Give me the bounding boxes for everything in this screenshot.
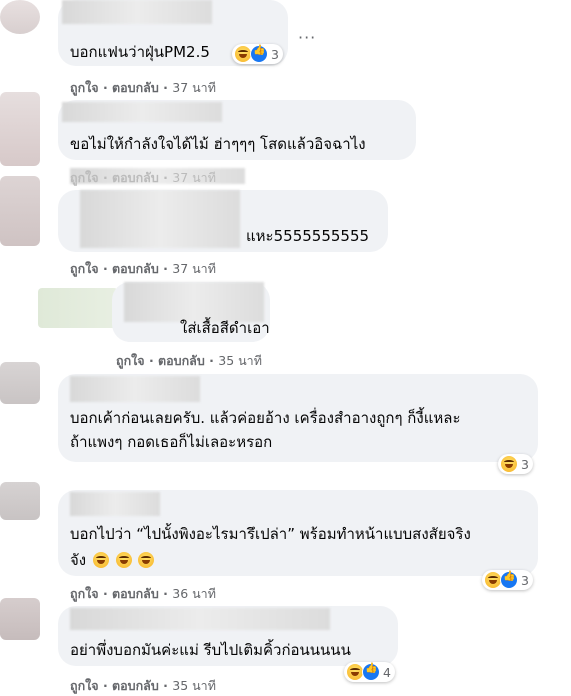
separator: · [102, 261, 108, 276]
avatar[interactable] [0, 0, 40, 34]
separator: · [148, 353, 154, 368]
timestamp[interactable]: 37 นาที [172, 80, 216, 95]
haha-icon [500, 455, 518, 473]
avatar[interactable] [38, 288, 118, 328]
like-link[interactable]: ถูกใจ [70, 261, 99, 276]
comment-actions: ถูกใจ · ตอบกลับ · 37 นาที [70, 78, 216, 98]
comment-text: อย่าพึ่งบอกมันค่ะแม่ รีบไปเติมคิ้วก่อนนน… [70, 641, 351, 659]
comment-text: แหะ5555555555 [246, 227, 370, 245]
comment-actions: ถูกใจ · ตอบกลับ · 35 นาที [116, 351, 262, 371]
avatar[interactable] [0, 92, 40, 166]
commenter-name-blurred[interactable] [62, 102, 222, 122]
commenter-name-blurred[interactable] [70, 492, 160, 516]
comment-actions: ถูกใจ · ตอบกลับ · 35 นาที [70, 676, 216, 696]
reply-link[interactable]: ตอบกลับ [112, 586, 159, 601]
avatar[interactable] [0, 176, 40, 246]
commenter-name-blurred[interactable] [124, 282, 264, 322]
timestamp[interactable]: 37 นาที [172, 261, 216, 276]
like-icon [500, 571, 518, 589]
reply-link[interactable]: ตอบกลับ [112, 80, 159, 95]
comment-text-line-1: บอกเค้าก่อนเลยครับ. แล้วค่อยอ้าง เครื่อง… [70, 409, 461, 427]
avatar[interactable] [0, 362, 40, 404]
like-link[interactable]: ถูกใจ [70, 170, 99, 185]
reaction-count: 3 [521, 456, 529, 472]
laughing-emoji-icon [115, 552, 132, 568]
timestamp[interactable]: 35 นาที [172, 678, 216, 693]
separator: · [163, 80, 168, 95]
comment-text: ขอไม่ให้กำลังใจได้ไม้ ฮ่าๆๆๆ โสดแล้วอิจฉ… [70, 135, 366, 153]
separator: · [102, 170, 108, 185]
like-link[interactable]: ถูกใจ [70, 80, 99, 95]
reaction-summary[interactable]: 4 [344, 662, 395, 682]
like-link[interactable]: ถูกใจ [70, 678, 99, 693]
like-link[interactable]: ถูกใจ [70, 586, 99, 601]
comment-text-line-2: จัง [70, 550, 155, 570]
separator: · [209, 353, 214, 368]
reaction-count: 3 [521, 572, 529, 588]
separator: · [163, 678, 168, 693]
reaction-count: 4 [383, 664, 391, 680]
comment-actions: ถูกใจ · ตอบกลับ · 37 นาที [70, 168, 216, 188]
commenter-name-blurred[interactable] [70, 376, 200, 402]
separator: · [163, 261, 168, 276]
like-link[interactable]: ถูกใจ [116, 353, 145, 368]
separator: · [102, 678, 108, 693]
comment-text-line-2-text: จัง [70, 551, 87, 569]
commenter-name-blurred[interactable] [62, 0, 212, 24]
avatar[interactable] [0, 598, 40, 640]
reaction-summary[interactable]: 3 [232, 44, 283, 64]
separator: · [102, 586, 108, 601]
comment-actions: ถูกใจ · ตอบกลับ · 37 นาที [70, 259, 216, 279]
reaction-summary[interactable]: 3 [482, 570, 533, 590]
like-icon [362, 663, 380, 681]
timestamp[interactable]: 37 นาที [172, 170, 216, 185]
avatar[interactable] [0, 482, 40, 520]
laughing-emoji-icon [138, 552, 155, 568]
separator: · [163, 586, 168, 601]
like-icon [250, 45, 268, 63]
reply-link[interactable]: ตอบกลับ [112, 678, 159, 693]
comment-text: ใส่เสื้อสีดำเอา [180, 319, 270, 337]
comment-text-line-1: บอกไปว่า “ไปนั้งพิงอะไรมารึเปล่า” พร้อมท… [70, 525, 471, 543]
reaction-summary[interactable]: 3 [498, 454, 533, 474]
separator: · [163, 170, 168, 185]
reply-link[interactable]: ตอบกลับ [112, 261, 159, 276]
reply-link[interactable]: ตอบกลับ [112, 170, 159, 185]
timestamp[interactable]: 36 นาที [172, 586, 216, 601]
reply-link[interactable]: ตอบกลับ [158, 353, 205, 368]
comment-text-line-2: ถ้าแพงๆ กอดเธอก็ไม่เลอะหรอก [70, 433, 273, 451]
timestamp[interactable]: 35 นาที [218, 353, 262, 368]
comment-text: บอกแฟนว่าฝุ่นPM2.5 [70, 43, 210, 61]
reaction-count: 3 [271, 46, 279, 62]
comment-actions: ถูกใจ · ตอบกลับ · 36 นาที [70, 584, 216, 604]
separator: · [102, 80, 108, 95]
more-options-icon[interactable]: ··· [298, 28, 316, 47]
commenter-name-blurred[interactable] [80, 190, 240, 248]
laughing-emoji-icon [92, 552, 109, 568]
commenter-name-blurred[interactable] [70, 608, 330, 630]
